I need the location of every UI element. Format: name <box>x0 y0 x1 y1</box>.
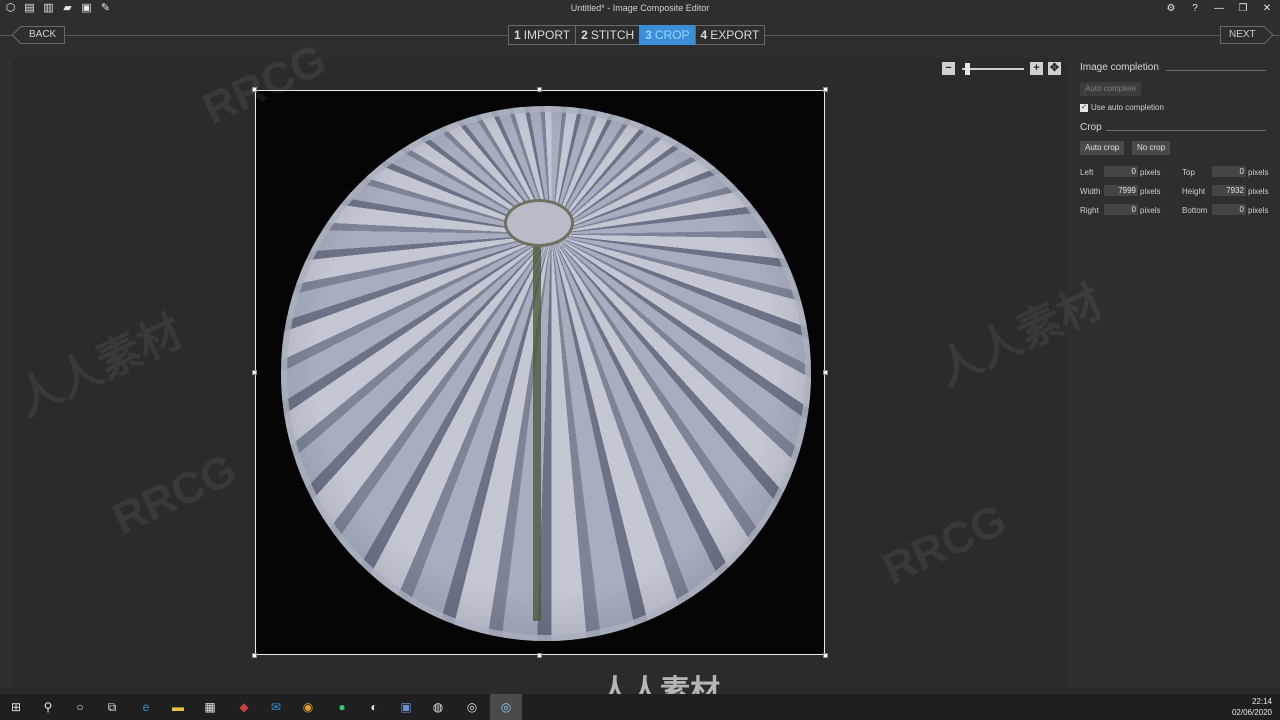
height-label: Height <box>1182 187 1206 196</box>
bottom-label: Bottom <box>1182 206 1208 215</box>
right-label: Right <box>1080 206 1099 215</box>
step-label: IMPORT <box>523 28 571 42</box>
top-input[interactable]: 0 <box>1212 166 1246 177</box>
section-rule <box>1106 130 1266 131</box>
start-icon[interactable]: ⊞ <box>8 699 24 715</box>
step-number: 2 <box>581 28 588 42</box>
crop-handle-right[interactable] <box>823 370 828 375</box>
bottom-unit: pixels <box>1248 206 1269 215</box>
zoom-slider-thumb[interactable] <box>964 63 970 75</box>
store-icon[interactable]: ▦ <box>202 699 218 715</box>
zoom-slider-track[interactable] <box>962 68 1024 70</box>
app-icon[interactable]: ◐ <box>366 699 382 715</box>
zoom-in-button[interactable]: + <box>1030 62 1043 75</box>
window-title: Untitled* - Image Composite Editor <box>570 3 710 13</box>
auto-crop-button[interactable]: Auto crop <box>1080 141 1125 155</box>
explorer-icon[interactable]: ▬ <box>170 699 186 715</box>
fit-to-window-icon[interactable]: ✥ <box>1048 62 1061 75</box>
window-controls: ⚙ ? — ❐ ✕ <box>1164 1 1274 16</box>
workflow-steps: 1 IMPORT 2 STITCH 3 CROP 4 EXPORT <box>508 25 766 45</box>
step-number: 3 <box>645 28 652 42</box>
step-label: CROP <box>654 28 690 42</box>
checkbox-checked-icon[interactable]: ✓ <box>1080 103 1088 112</box>
width-label: Width <box>1080 187 1101 196</box>
image-completion-heading: Image completion <box>1080 62 1159 73</box>
width-unit: pixels <box>1140 187 1161 196</box>
minimize-icon[interactable]: — <box>1212 1 1226 16</box>
next-button[interactable]: NEXT <box>1220 26 1265 44</box>
clock-time: 22:14 <box>1251 697 1272 706</box>
step-export[interactable]: 4 EXPORT <box>694 25 766 45</box>
close-icon[interactable]: ✕ <box>1260 1 1274 16</box>
spotify-icon[interactable]: ● <box>334 699 350 715</box>
chrome-icon[interactable]: ◉ <box>300 699 316 715</box>
mail-icon[interactable]: ✉ <box>268 699 284 715</box>
title-bar: ⬡ ▤ ▥ ▰ ▣ ✎ Untitled* - Image Composite … <box>0 0 1280 18</box>
step-crop[interactable]: 3 CROP <box>639 25 696 45</box>
step-number: 1 <box>514 28 521 42</box>
app-icon[interactable]: ▣ <box>398 699 414 715</box>
width-input[interactable]: 7999 <box>1104 185 1138 196</box>
crop-handle-top-left[interactable] <box>252 87 257 92</box>
crop-handle-bottom[interactable] <box>537 653 542 658</box>
use-auto-completion-checkbox[interactable]: ✓ Use auto completion <box>1080 103 1164 112</box>
right-unit: pixels <box>1140 206 1161 215</box>
edge-icon[interactable]: e <box>138 699 154 715</box>
zoom-out-button[interactable]: − <box>942 62 955 75</box>
app-icon[interactable]: ◍ <box>430 699 446 715</box>
zoom-control: − + ✥ <box>942 62 1064 76</box>
workflow-nav: BACK 1 IMPORT 2 STITCH 3 CROP 4 EXPORT NEXT <box>0 18 1280 58</box>
left-label: Left <box>1080 168 1094 177</box>
crop-handle-top[interactable] <box>537 87 542 92</box>
clock-date: 02/06/2020 <box>1231 708 1272 717</box>
left-unit: pixels <box>1140 168 1161 177</box>
crop-panel: Image completion Auto complete ✓ Use aut… <box>1066 58 1280 688</box>
crop-handle-top-right[interactable] <box>823 87 828 92</box>
auto-complete-button[interactable]: Auto complete <box>1080 82 1142 96</box>
no-crop-button[interactable]: No crop <box>1132 141 1171 155</box>
section-rule <box>1166 70 1266 71</box>
step-label: STITCH <box>590 28 635 42</box>
crop-handle-left[interactable] <box>252 370 257 375</box>
maximize-icon[interactable]: ❐ <box>1236 1 1250 16</box>
step-number: 4 <box>700 28 708 42</box>
avenue-feature <box>533 201 541 621</box>
help-icon[interactable]: ? <box>1188 1 1202 16</box>
taskbar: ⊞ ⚲ ○ ⧉ e ▬ ▦ ◆ ✉ ◉ ● ◐ ▣ ◍ ◎ ◎ 22:14 02… <box>0 694 1280 720</box>
use-auto-completion-label: Use auto completion <box>1091 103 1164 112</box>
panorama-preview[interactable] <box>255 90 825 655</box>
step-import[interactable]: 1 IMPORT <box>508 25 577 45</box>
step-label: EXPORT <box>710 28 760 42</box>
bottom-input[interactable]: 0 <box>1212 204 1246 215</box>
left-gutter <box>0 58 12 688</box>
cortana-icon[interactable]: ○ <box>72 699 88 715</box>
top-unit: pixels <box>1248 168 1269 177</box>
step-stitch[interactable]: 2 STITCH <box>575 25 641 45</box>
ice-icon[interactable]: ◎ <box>498 699 514 715</box>
image-edge <box>281 106 811 641</box>
crop-handle-bottom-right[interactable] <box>823 653 828 658</box>
right-input[interactable]: 0 <box>1104 204 1138 215</box>
crop-heading: Crop <box>1080 122 1102 133</box>
height-input[interactable]: 7932 <box>1212 185 1246 196</box>
crop-handle-bottom-left[interactable] <box>252 653 257 658</box>
search-icon[interactable]: ⚲ <box>40 699 56 715</box>
gear-icon[interactable]: ⚙ <box>1164 1 1178 16</box>
system-clock[interactable]: 22:14 02/06/2020 <box>1232 696 1272 718</box>
app-icon[interactable]: ◎ <box>464 699 480 715</box>
roundabout-feature <box>504 199 574 247</box>
app-icon[interactable]: ◆ <box>236 699 252 715</box>
left-input[interactable]: 0 <box>1104 166 1138 177</box>
top-label: Top <box>1182 168 1195 177</box>
height-unit: pixels <box>1248 187 1269 196</box>
back-button[interactable]: BACK <box>20 26 66 44</box>
task-view-icon[interactable]: ⧉ <box>104 699 120 715</box>
